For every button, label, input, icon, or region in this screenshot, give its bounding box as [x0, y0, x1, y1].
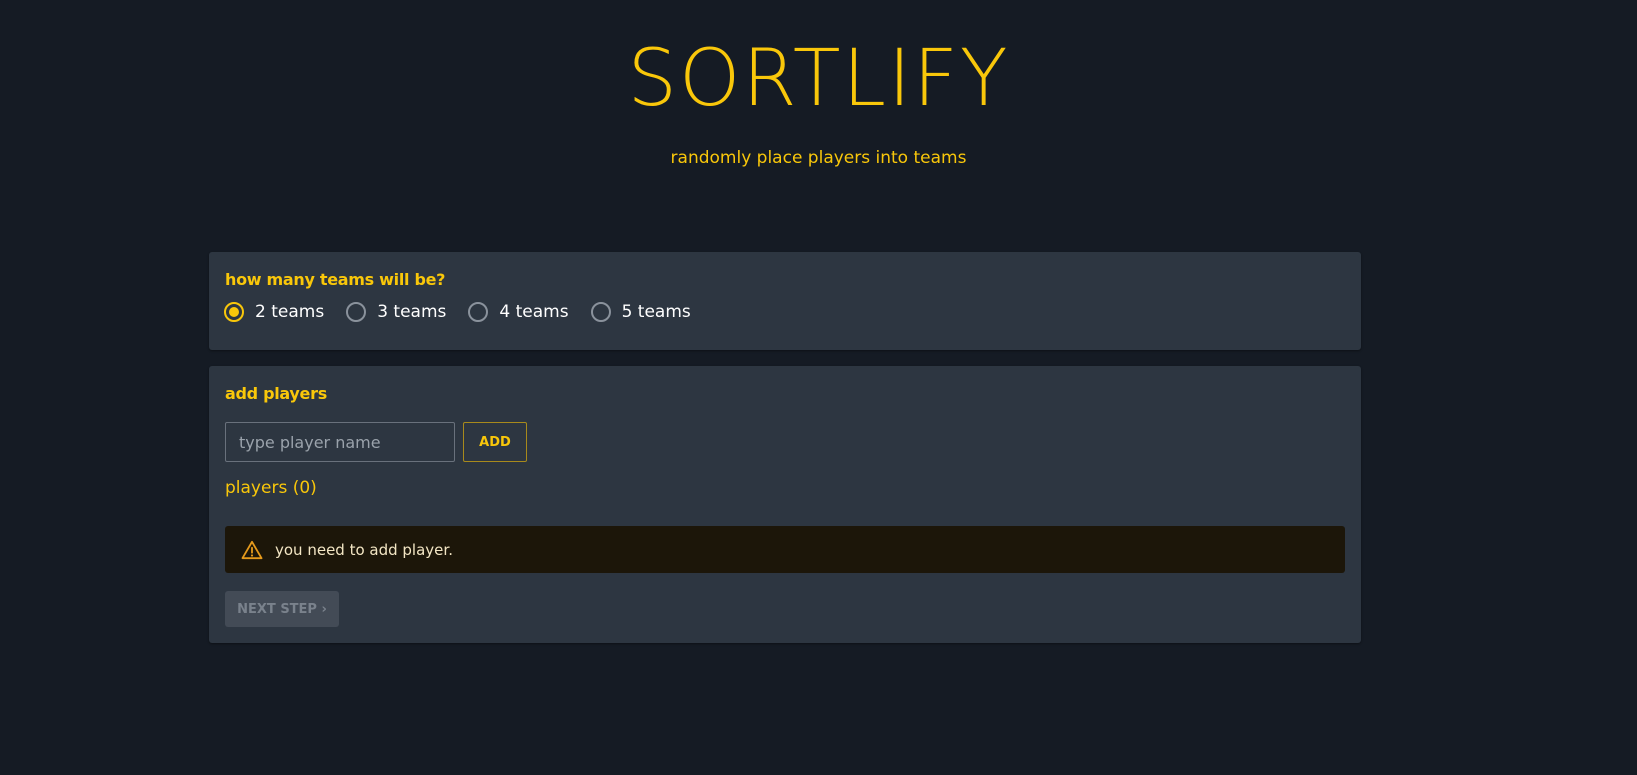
warning-alert: you need to add player.: [225, 526, 1345, 573]
app-title: SORTLIFY: [627, 34, 1010, 124]
players-heading: add players: [225, 384, 327, 403]
radio-label: 5 teams: [621, 302, 691, 322]
radio-button[interactable]: [346, 302, 367, 322]
radio-label: 4 teams: [499, 302, 569, 322]
player-name-input[interactable]: [225, 422, 455, 462]
radio-option-5-teams[interactable]: 5 teams: [590, 302, 691, 322]
radio-button[interactable]: [590, 302, 611, 322]
warning-icon: [241, 540, 263, 559]
radio-option-2-teams[interactable]: 2 teams: [224, 302, 324, 322]
app-subtitle: randomly place players into teams: [670, 148, 967, 168]
add-player-button[interactable]: ADD: [463, 422, 527, 462]
radio-label: 3 teams: [377, 302, 447, 322]
teams-radio-group: 2 teams 3 teams 4 teams 5 teams: [224, 302, 713, 322]
teams-card: how many teams will be? 2 teams 3 teams …: [209, 252, 1361, 350]
teams-heading: how many teams will be?: [225, 270, 446, 289]
next-step-button[interactable]: NEXT STEP ›: [225, 591, 339, 627]
radio-button[interactable]: [468, 302, 489, 322]
radio-option-4-teams[interactable]: 4 teams: [468, 302, 569, 322]
alert-message: you need to add player.: [275, 540, 453, 559]
radio-label: 2 teams: [255, 302, 325, 322]
radio-option-3-teams[interactable]: 3 teams: [346, 302, 446, 322]
radio-button-checked[interactable]: [224, 302, 244, 322]
players-card: add players ADD players (0) you need to …: [209, 366, 1361, 643]
players-count: players (0): [225, 478, 317, 498]
